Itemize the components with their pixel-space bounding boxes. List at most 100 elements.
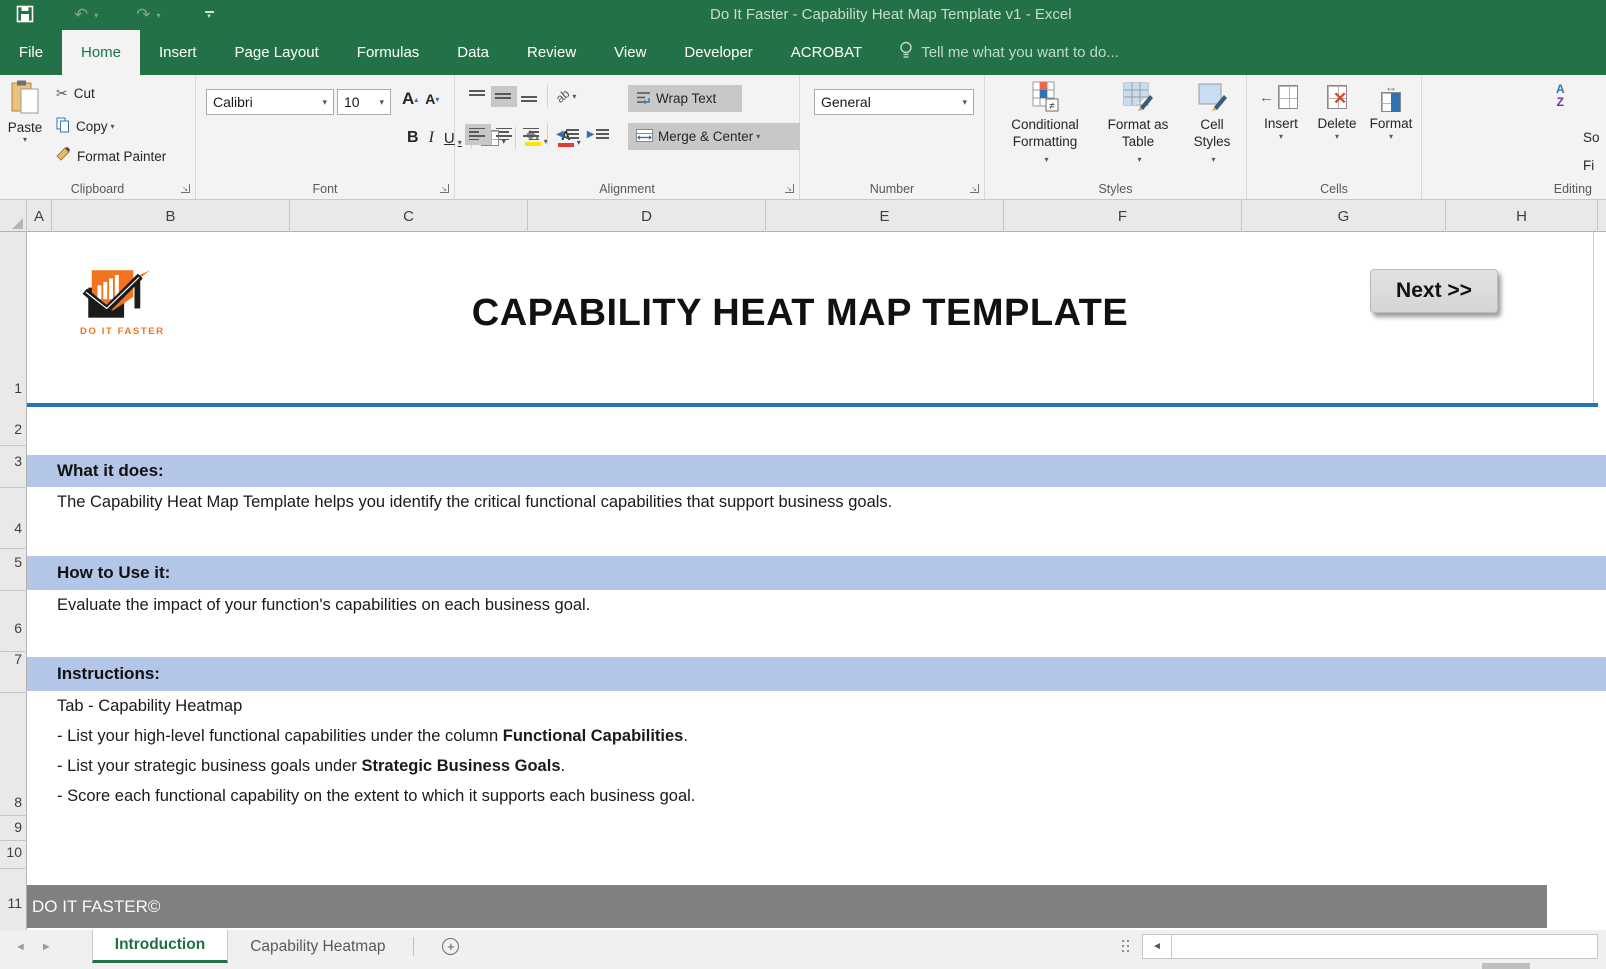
new-sheet-button[interactable]: + [442,938,459,955]
align-right-button[interactable] [517,124,543,145]
hscroll-left-button[interactable]: ◄ [1142,934,1172,959]
merge-center-button[interactable]: Merge & Center [628,123,800,150]
delete-cells-icon: ✕ [1311,81,1363,115]
tab-insert[interactable]: Insert [140,30,216,75]
shrink-font-button[interactable]: A ▾ [422,89,442,109]
clipboard-dialog-launcher[interactable] [181,184,190,193]
middle-align-button[interactable] [491,86,517,107]
insert-cells-button[interactable]: ← Insert ▾ [1255,81,1307,141]
section-band-how-to-use[interactable]: How to Use it: [27,556,1606,590]
tab-home[interactable]: Home [62,30,140,75]
conditional-formatting-button[interactable]: ≠ Conditional Formatting [995,81,1095,165]
grow-font-button[interactable]: A ▴ [398,89,422,109]
next-button[interactable]: Next >> [1370,269,1498,313]
bold-button[interactable]: B [402,127,424,149]
undo-dropdown-icon[interactable]: ▾ [94,11,98,20]
format-dropdown-icon[interactable]: ▾ [1365,132,1417,141]
alignment-dialog-launcher[interactable] [785,184,794,193]
sort-filter-label-cut[interactable]: So [1583,130,1600,145]
styles-group-label: Styles [985,182,1246,196]
column-header-d[interactable]: D [528,200,766,232]
redo-dropdown-icon[interactable]: ▾ [157,11,161,20]
column-header-b[interactable]: B [52,200,290,232]
row-header-11[interactable]: 11 [7,894,22,912]
number-format-dropdown-icon[interactable]: ▾ [962,97,967,108]
tab-resize-handle[interactable] [1122,940,1124,942]
delete-cells-button[interactable]: ✕ Delete ▾ [1311,81,1363,141]
tell-me-box[interactable]: Tell me what you want to do... [899,30,1119,75]
sort-filter-button[interactable]: A Z [1556,81,1565,109]
tab-file[interactable]: File [0,30,62,75]
align-left-button[interactable] [465,124,491,145]
paste-button[interactable]: Paste ▾ [2,79,48,177]
select-all-corner[interactable] [0,200,27,232]
row-header-5[interactable]: 5 [14,553,22,571]
format-cells-button[interactable]: ↔ Format ▾ [1365,81,1417,141]
group-cells: ← Insert ▾ ✕ Delete ▾ ↔ [1247,75,1422,199]
column-header-e[interactable]: E [766,200,1004,232]
undo-icon[interactable]: ↶ [74,5,88,25]
tab-view[interactable]: View [595,30,665,75]
save-icon[interactable] [16,5,36,25]
tab-review[interactable]: Review [508,30,595,75]
decrease-indent-button[interactable]: ◀ [552,124,583,145]
instructions-line-4[interactable]: - Score each functional capability on th… [57,787,695,806]
top-align-button[interactable] [465,86,491,107]
paste-dropdown-icon[interactable]: ▾ [2,135,48,144]
font-size-dropdown-icon[interactable]: ▾ [379,97,384,108]
find-select-label-cut[interactable]: Fi [1583,158,1594,173]
sheet-tab-introduction[interactable]: Introduction [92,930,228,963]
redo-icon[interactable]: ↷ [136,5,150,25]
tab-page-layout[interactable]: Page Layout [216,30,338,75]
hscroll-track[interactable] [1172,934,1598,959]
instructions-line-3[interactable]: - List your strategic business goals und… [57,757,565,776]
number-dialog-launcher[interactable] [970,184,979,193]
instructions-line-2[interactable]: - List your high-level functional capabi… [57,727,688,746]
sheet-tab-capability-heatmap[interactable]: Capability Heatmap [228,930,407,963]
copy-button[interactable]: Copy [56,117,115,136]
format-painter-button[interactable]: Format Painter [56,147,166,165]
row-header-6[interactable]: 6 [14,619,22,637]
format-as-table-button[interactable]: Format as Table [1097,81,1179,165]
column-header-f[interactable]: F [1004,200,1242,232]
number-format-combo[interactable]: General ▾ [814,89,974,115]
prev-sheet-icon[interactable]: ◄ [15,941,26,953]
font-name-combo[interactable]: Calibri ▾ [206,89,334,115]
column-header-g[interactable]: G [1242,200,1446,232]
section-band-what-it-does[interactable]: What it does: [27,455,1606,487]
row-header-8[interactable]: 8 [14,793,22,811]
tab-acrobat[interactable]: ACROBAT [772,30,881,75]
wrap-text-button[interactable]: Wrap Text [628,85,742,112]
row-header-10[interactable]: 10 [6,843,22,861]
cell-styles-button[interactable]: Cell Styles [1183,81,1241,165]
italic-button[interactable]: I [424,127,439,149]
row-header-9[interactable]: 9 [14,818,22,836]
insert-dropdown-icon[interactable]: ▾ [1255,132,1307,141]
font-size-combo[interactable]: 10 ▾ [337,89,391,115]
font-dialog-launcher[interactable] [440,184,449,193]
column-header-a[interactable]: A [27,200,52,232]
bottom-align-button[interactable] [517,86,543,107]
customize-qat-icon[interactable]: ▾ [205,11,214,19]
increase-indent-button[interactable]: ▶ [583,124,614,145]
row-header-7[interactable]: 7 [14,650,22,668]
row-header-3[interactable]: 3 [14,452,22,470]
section-band-instructions[interactable]: Instructions: [27,657,1606,691]
column-header-h[interactable]: H [1446,200,1598,232]
tab-data[interactable]: Data [438,30,508,75]
instructions-line-1[interactable]: Tab - Capability Heatmap [57,697,242,716]
orientation-button[interactable]: ab [552,86,580,106]
delete-dropdown-icon[interactable]: ▾ [1311,132,1363,141]
font-name-dropdown-icon[interactable]: ▾ [322,97,327,108]
tab-formulas[interactable]: Formulas [338,30,439,75]
row-header-1[interactable]: 1 [14,379,22,397]
next-sheet-icon[interactable]: ► [41,941,52,953]
align-center-button[interactable] [491,124,517,145]
cut-button[interactable]: ✂ Cut [56,85,95,102]
tab-developer[interactable]: Developer [665,30,771,75]
row-header-2[interactable]: 2 [14,420,22,438]
column-header-c[interactable]: C [290,200,528,232]
what-it-does-text[interactable]: The Capability Heat Map Template helps y… [57,493,892,512]
how-to-use-text[interactable]: Evaluate the impact of your function's c… [57,596,590,615]
row-header-4[interactable]: 4 [14,519,22,537]
